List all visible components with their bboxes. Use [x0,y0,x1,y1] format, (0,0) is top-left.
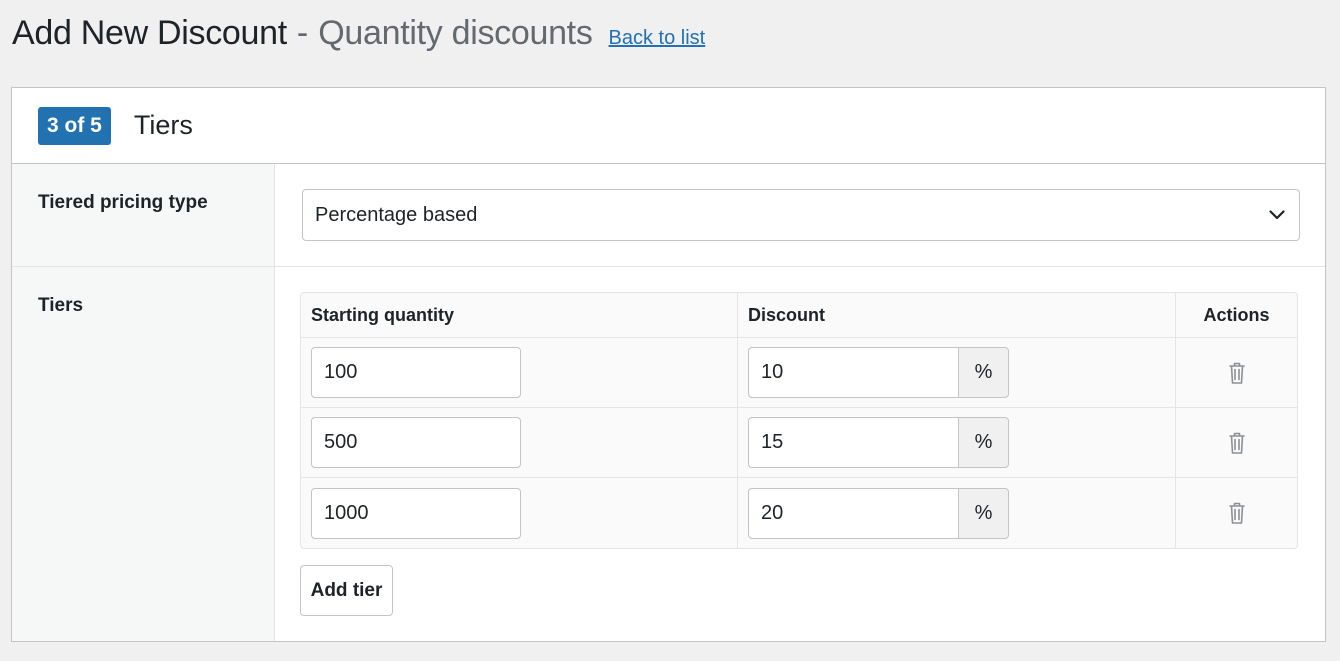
pricing-type-selected-value: Percentage based [315,203,478,226]
percent-addon: % [958,347,1009,398]
trash-icon[interactable] [1227,431,1247,455]
percent-addon: % [958,417,1009,468]
tiers-panel: 3 of 5 Tiers Tiered pricing type Percent… [11,87,1326,642]
panel-header: 3 of 5 Tiers [12,88,1325,164]
column-header-discount: Discount [738,293,1176,337]
back-to-list-link[interactable]: Back to list [609,27,706,50]
tiers-table: Starting quantity Discount Actions 100 1… [300,292,1298,549]
table-row: 100 10 % [301,338,1297,408]
panel-title: Tiers [133,110,193,140]
starting-quantity-input[interactable]: 1000 [311,487,521,539]
pricing-type-row: Tiered pricing type Percentage based [12,164,1325,267]
percent-addon: % [958,487,1009,539]
discount-input[interactable]: 10 [748,347,958,398]
step-badge: 3 of 5 [38,106,111,145]
discount-input[interactable]: 15 [748,417,958,468]
table-row: 1000 20 % [301,478,1297,548]
add-tier-button[interactable]: Add tier [300,565,393,616]
starting-quantity-input[interactable]: 100 [311,347,521,398]
page-subtitle: Quantity discounts [318,14,593,52]
pricing-type-select[interactable]: Percentage based [302,189,1300,241]
column-header-starting-quantity: Starting quantity [301,293,738,337]
starting-quantity-input[interactable]: 500 [311,417,521,468]
discount-input[interactable]: 20 [748,487,958,539]
column-header-actions: Actions [1203,304,1270,325]
chevron-down-icon [1267,205,1287,225]
table-row: 500 15 % [301,408,1297,478]
trash-icon[interactable] [1227,501,1247,525]
tiers-label: Tiers [12,267,275,641]
title-separator: - [296,14,309,52]
tiers-row: Tiers Starting quantity Discount Actions… [12,267,1325,641]
page-header: Add New Discount - Quantity discounts Ba… [12,14,705,53]
table-header: Starting quantity Discount Actions [301,293,1297,338]
trash-icon[interactable] [1227,361,1247,385]
pricing-type-label: Tiered pricing type [12,164,275,266]
page-title: Add New Discount [12,14,287,52]
